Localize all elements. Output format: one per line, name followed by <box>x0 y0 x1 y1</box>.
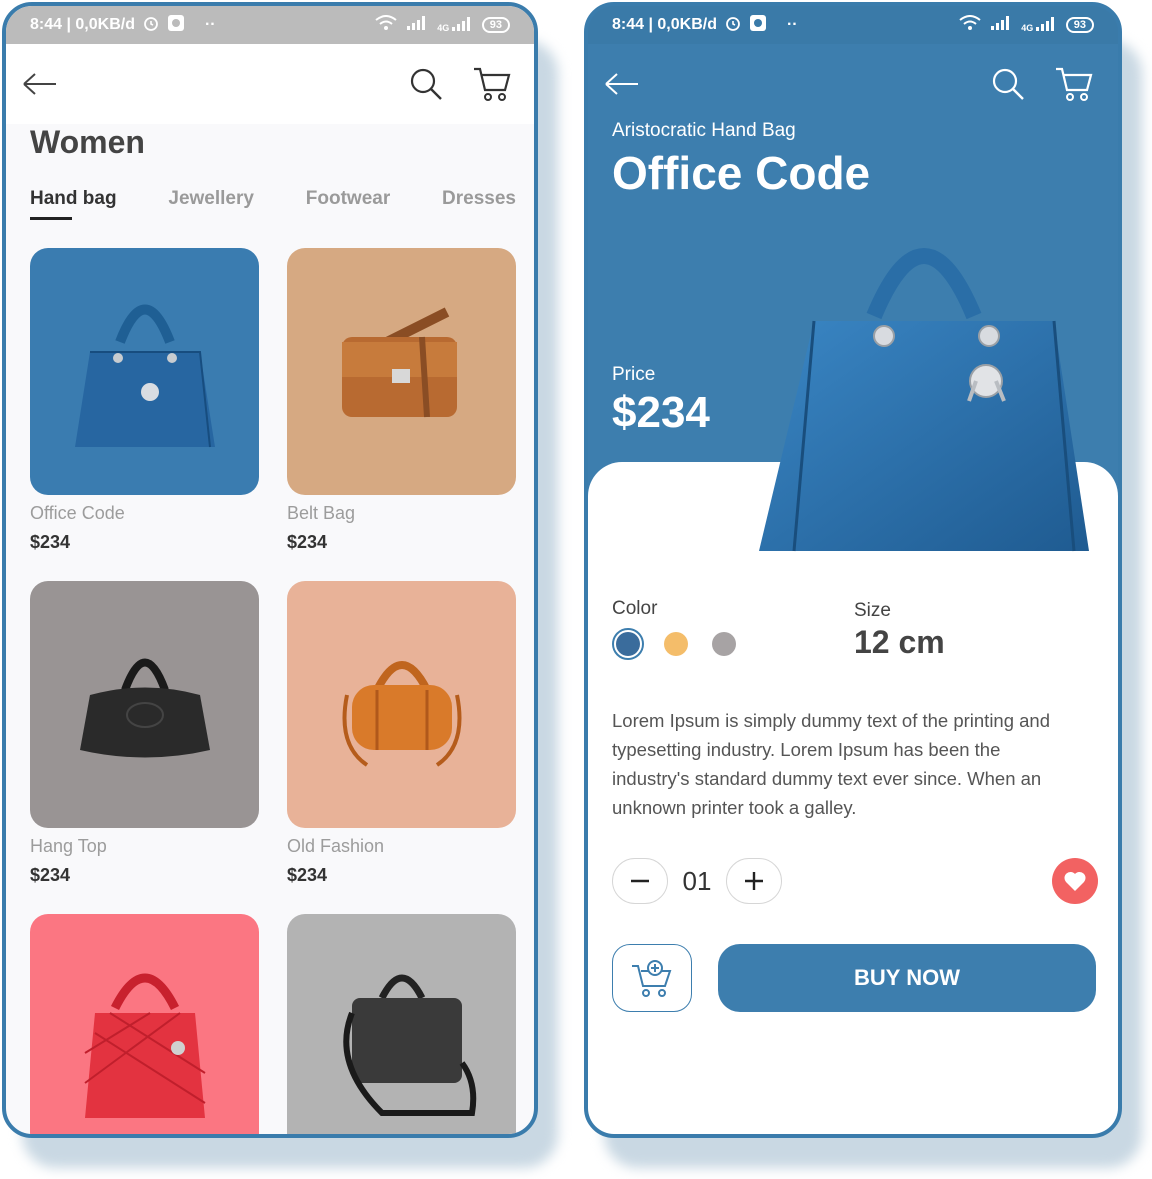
signal-4g-icon: 4G <box>1021 17 1056 33</box>
product-name: Hang Top <box>30 836 107 856</box>
quantity-row: 01 <box>612 858 1098 904</box>
color-swatch-blue[interactable] <box>612 628 644 660</box>
product-card[interactable]: Belt Bag $234 <box>287 248 516 553</box>
product-hero-image <box>754 216 1094 566</box>
product-image <box>30 581 259 828</box>
signal-4g-icon: 4G <box>437 17 472 33</box>
product-card[interactable] <box>287 914 516 1134</box>
product-title: Office Code <box>612 147 871 199</box>
category-tabs: Hand bag Jewellery Footwear Dresses <box>30 188 516 220</box>
product-image <box>287 581 516 828</box>
product-price: $234 <box>30 532 71 552</box>
alarm-icon <box>143 15 159 36</box>
battery-icon: 93 <box>1065 17 1094 33</box>
laptop-bag-icon <box>342 974 476 1116</box>
battery-icon: 93 <box>481 17 510 33</box>
decrease-quantity-button[interactable] <box>612 858 668 904</box>
product-card[interactable]: Office Code $234 <box>30 248 259 553</box>
status-dots: ·· <box>204 16 216 33</box>
product-name: Old Fashion <box>287 836 385 856</box>
belt-bag-icon <box>341 307 457 417</box>
price-label: Price <box>612 364 656 385</box>
color-swatch-gray[interactable] <box>708 628 740 660</box>
black-handbag-icon <box>79 658 210 757</box>
color-label: Color <box>612 598 658 619</box>
product-image <box>30 914 259 1134</box>
minus-icon <box>631 879 649 883</box>
status-bar: 8:44 | 0,0KB/d ·· 4G 93 <box>6 6 534 44</box>
product-image <box>30 248 259 495</box>
quantity-value: 01 <box>682 865 712 896</box>
product-description: Lorem Ipsum is simply dummy text of the … <box>612 710 1051 818</box>
swatch-dot <box>664 632 688 656</box>
status-time: 8:44 | 0,0KB/d <box>612 16 717 33</box>
tab-dresses[interactable]: Dresses <box>442 188 516 220</box>
color-swatches <box>612 628 740 660</box>
signal-icon <box>407 15 427 35</box>
signal-icon <box>991 15 1011 35</box>
product-price: $234 <box>30 865 71 885</box>
product-name: Office Code <box>30 503 125 523</box>
tab-hand-bag[interactable]: Hand bag <box>30 188 117 220</box>
color-swatch-yellow[interactable] <box>660 628 692 660</box>
size-label: Size <box>854 600 891 621</box>
increase-quantity-button[interactable] <box>726 858 782 904</box>
product-card[interactable]: Old Fashion $234 <box>287 581 516 886</box>
red-quilted-handbag-icon <box>83 973 206 1118</box>
size-value: 12 cm <box>854 624 945 660</box>
status-bar: 8:44 | 0,0KB/d ·· 4G 93 <box>588 6 1118 44</box>
plus-icon <box>745 872 763 890</box>
back-arrow-icon[interactable] <box>602 64 642 104</box>
status-time: 8:44 | 0,0KB/d <box>30 16 135 33</box>
blue-handbag-hero-icon <box>759 248 1089 552</box>
back-arrow-icon[interactable] <box>20 64 60 104</box>
add-to-cart-button[interactable] <box>612 944 692 1012</box>
app-bar <box>588 44 1118 124</box>
status-dots: ·· <box>786 16 798 33</box>
network-type: 4G <box>437 23 450 33</box>
search-icon[interactable] <box>406 64 446 104</box>
price-value: $234 <box>612 388 710 437</box>
swatch-dot <box>616 632 640 656</box>
search-icon[interactable] <box>988 64 1028 104</box>
page-title: Women <box>30 124 145 160</box>
cart-plus-icon <box>632 960 672 997</box>
buy-now-button[interactable]: BUY NOW <box>718 944 1096 1012</box>
alarm-icon <box>725 15 741 36</box>
product-card[interactable] <box>30 914 259 1134</box>
product-detail-screen: 8:44 | 0,0KB/d ·· 4G 93 Aristocratic Han… <box>584 2 1122 1138</box>
cart-icon[interactable] <box>472 64 512 104</box>
wifi-icon <box>375 14 397 36</box>
product-name: Belt Bag <box>287 503 356 523</box>
swatch-dot <box>712 632 736 656</box>
duffel-bag-icon <box>342 660 461 767</box>
blue-handbag-icon <box>74 304 215 447</box>
favorite-button[interactable] <box>1052 858 1098 904</box>
tab-jewellery[interactable]: Jewellery <box>168 188 254 220</box>
record-icon <box>749 14 767 37</box>
heart-icon <box>1064 871 1086 891</box>
product-list-screen: 8:44 | 0,0KB/d ·· 4G 93 Women Hand bag J… <box>2 2 538 1138</box>
product-price: $234 <box>287 532 328 552</box>
wifi-icon <box>959 14 981 36</box>
record-icon <box>167 14 185 37</box>
product-image <box>287 248 516 495</box>
product-subtitle: Aristocratic Hand Bag <box>612 120 796 141</box>
app-bar <box>6 44 534 124</box>
cart-icon[interactable] <box>1054 64 1094 104</box>
product-price: $234 <box>287 865 328 885</box>
network-type: 4G <box>1021 23 1034 33</box>
product-image <box>287 914 516 1134</box>
product-card[interactable]: Hang Top $234 <box>30 581 259 886</box>
tab-footwear[interactable]: Footwear <box>306 188 390 220</box>
